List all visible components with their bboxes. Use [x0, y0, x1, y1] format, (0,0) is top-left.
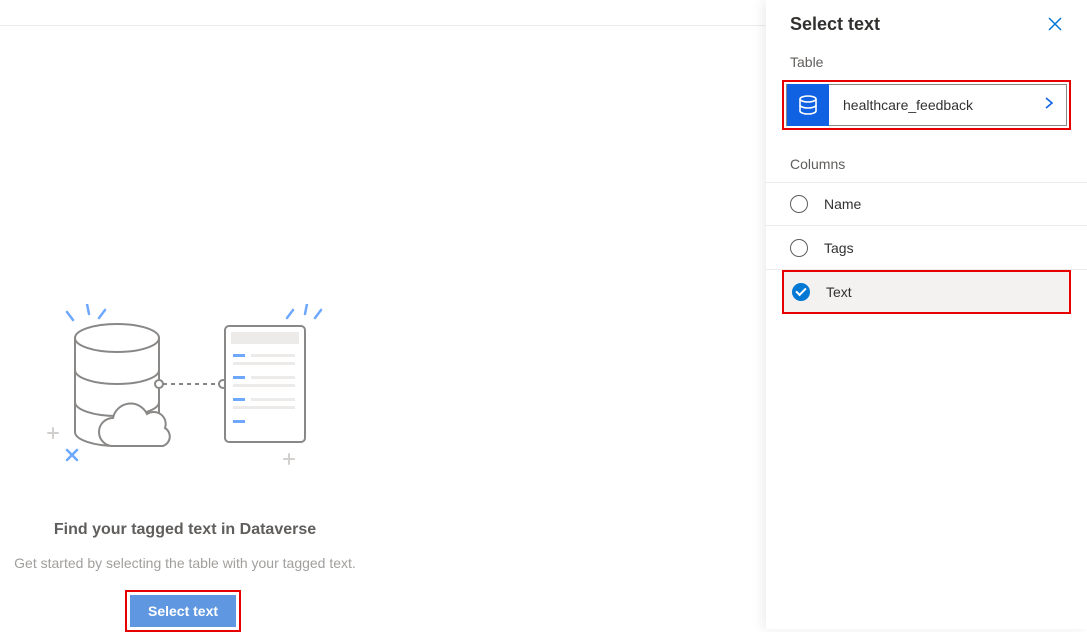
dataverse-illustration	[47, 304, 333, 465]
column-label: Text	[810, 284, 852, 300]
radio-unchecked-icon	[790, 195, 808, 213]
table-name: healthcare_feedback	[829, 97, 1044, 113]
select-text-button[interactable]: Select text	[130, 595, 236, 627]
close-button[interactable]	[1043, 12, 1067, 36]
radio-unchecked-icon	[790, 239, 808, 257]
columns-section-label: Columns	[766, 148, 1087, 182]
main-heading: Find your tagged text in Dataverse	[0, 521, 370, 539]
column-option-name[interactable]: Name	[766, 182, 1087, 226]
select-text-button-highlight: Select text	[125, 590, 241, 632]
select-text-panel: Select text Table healthcare_feedback	[766, 0, 1087, 629]
column-label: Tags	[808, 240, 854, 256]
table-icon	[787, 84, 829, 126]
radio-checked-icon	[792, 283, 810, 301]
column-option-text[interactable]: Text	[782, 270, 1071, 314]
main-subheading: Get started by selecting the table with …	[0, 555, 370, 571]
column-option-tags[interactable]: Tags	[766, 226, 1087, 270]
table-selector[interactable]: healthcare_feedback	[786, 84, 1067, 126]
close-icon	[1047, 16, 1063, 32]
panel-header: Select text	[766, 0, 1087, 46]
table-section-label: Table	[766, 46, 1087, 80]
column-label: Name	[808, 196, 861, 212]
columns-list: Name Tags Text	[766, 182, 1087, 314]
table-selector-highlight: healthcare_feedback	[782, 80, 1071, 130]
chevron-right-icon	[1044, 96, 1066, 115]
divider	[0, 25, 765, 26]
panel-title: Select text	[790, 14, 880, 35]
main-content: Find your tagged text in Dataverse Get s…	[0, 0, 765, 629]
